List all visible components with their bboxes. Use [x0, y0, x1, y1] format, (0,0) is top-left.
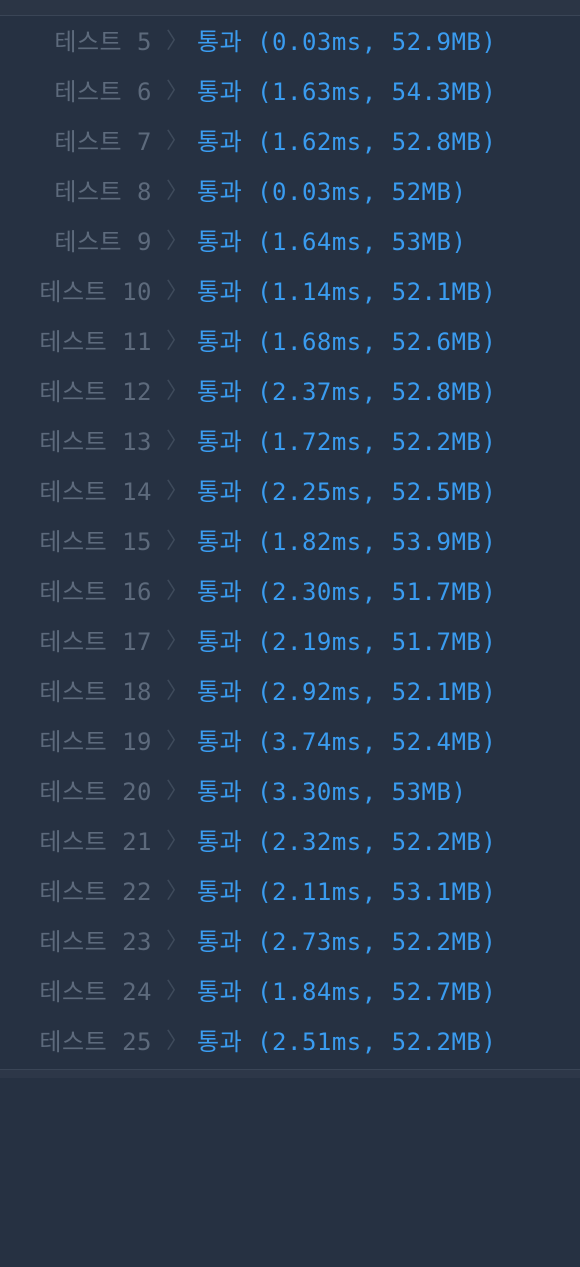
test-pass-result: 통과 (2.32ms, 52.2MB): [197, 828, 497, 856]
chevron-right-icon: 〉: [166, 529, 189, 554]
chevron-right-icon: 〉: [166, 729, 189, 754]
chevron-right-icon: 〉: [166, 629, 189, 654]
chevron-right-icon: 〉: [166, 329, 189, 354]
chevron-right-icon: 〉: [166, 279, 189, 304]
test-label: 테스트 15: [39, 528, 152, 556]
test-label: 테스트 24: [39, 978, 152, 1006]
test-pass-result: 통과 (3.30ms, 53MB): [197, 778, 467, 806]
chevron-right-icon: 〉: [166, 979, 189, 1004]
test-label: 테스트 25: [39, 1028, 152, 1056]
test-pass-result: 통과 (1.62ms, 52.8MB): [197, 128, 497, 156]
test-pass-result: 통과 (1.72ms, 52.2MB): [197, 428, 497, 456]
test-result-row: 테스트 10 〉 통과 (1.14ms, 52.1MB): [0, 267, 580, 317]
test-result-row: 테스트 5 〉 통과 (0.03ms, 52.9MB): [0, 17, 580, 67]
test-pass-result: 통과 (1.84ms, 52.7MB): [197, 978, 497, 1006]
test-results-list: 테스트 5 〉 통과 (0.03ms, 52.9MB) 테스트 6 〉 통과 (…: [0, 17, 580, 1067]
test-label: 테스트 23: [39, 928, 152, 956]
test-pass-result: 통과 (2.92ms, 52.1MB): [197, 678, 497, 706]
test-result-row: 테스트 23 〉 통과 (2.73ms, 52.2MB): [0, 917, 580, 967]
test-result-row: 테스트 14 〉 통과 (2.25ms, 52.5MB): [0, 467, 580, 517]
test-result-row: 테스트 13 〉 통과 (1.72ms, 52.2MB): [0, 417, 580, 467]
test-result-row: 테스트 25 〉 통과 (2.51ms, 52.2MB): [0, 1017, 580, 1067]
test-pass-result: 통과 (1.64ms, 53MB): [197, 228, 467, 256]
test-pass-result: 통과 (2.37ms, 52.8MB): [197, 378, 497, 406]
test-label: 테스트 12: [39, 378, 152, 406]
chevron-right-icon: 〉: [166, 379, 189, 404]
chevron-right-icon: 〉: [166, 479, 189, 504]
chevron-right-icon: 〉: [166, 79, 189, 104]
test-pass-result: 통과 (2.25ms, 52.5MB): [197, 478, 497, 506]
test-result-row: 테스트 21 〉 통과 (2.32ms, 52.2MB): [0, 817, 580, 867]
test-result-row: 테스트 24 〉 통과 (1.84ms, 52.7MB): [0, 967, 580, 1017]
test-pass-result: 통과 (1.63ms, 54.3MB): [197, 78, 497, 106]
test-pass-result: 통과 (1.82ms, 53.9MB): [197, 528, 497, 556]
chevron-right-icon: 〉: [166, 879, 189, 904]
test-pass-result: 통과 (1.14ms, 52.1MB): [197, 278, 497, 306]
test-pass-result: 통과 (2.11ms, 53.1MB): [197, 878, 497, 906]
test-label: 테스트 18: [39, 678, 152, 706]
test-result-row: 테스트 11 〉 통과 (1.68ms, 52.6MB): [0, 317, 580, 367]
test-pass-result: 통과 (2.51ms, 52.2MB): [197, 1028, 497, 1056]
test-label: 테스트 22: [39, 878, 152, 906]
test-label: 테스트 14: [39, 478, 152, 506]
test-pass-result: 통과 (2.73ms, 52.2MB): [197, 928, 497, 956]
test-label: 테스트 21: [39, 828, 152, 856]
top-divider: [0, 0, 580, 16]
test-pass-result: 통과 (0.03ms, 52MB): [197, 178, 467, 206]
test-label: 테스트 16: [39, 578, 152, 606]
test-result-row: 테스트 7 〉 통과 (1.62ms, 52.8MB): [0, 117, 580, 167]
test-label: 테스트 17: [39, 628, 152, 656]
test-label: 테스트 5: [54, 28, 152, 56]
test-pass-result: 통과 (1.68ms, 52.6MB): [197, 328, 497, 356]
test-result-row: 테스트 16 〉 통과 (2.30ms, 51.7MB): [0, 567, 580, 617]
test-result-row: 테스트 15 〉 통과 (1.82ms, 53.9MB): [0, 517, 580, 567]
test-label: 테스트 9: [54, 228, 152, 256]
test-result-row: 테스트 8 〉 통과 (0.03ms, 52MB): [0, 167, 580, 217]
test-label: 테스트 20: [39, 778, 152, 806]
test-label: 테스트 7: [54, 128, 152, 156]
test-result-row: 테스트 22 〉 통과 (2.11ms, 53.1MB): [0, 867, 580, 917]
chevron-right-icon: 〉: [166, 579, 189, 604]
chevron-right-icon: 〉: [166, 129, 189, 154]
test-result-row: 테스트 20 〉 통과 (3.30ms, 53MB): [0, 767, 580, 817]
test-label: 테스트 19: [39, 728, 152, 756]
chevron-right-icon: 〉: [166, 779, 189, 804]
chevron-right-icon: 〉: [166, 1029, 189, 1054]
test-label: 테스트 8: [54, 178, 152, 206]
test-label: 테스트 11: [39, 328, 152, 356]
test-label: 테스트 13: [39, 428, 152, 456]
bottom-divider: [0, 1069, 580, 1078]
chevron-right-icon: 〉: [166, 29, 189, 54]
test-result-row: 테스트 18 〉 통과 (2.92ms, 52.1MB): [0, 667, 580, 717]
test-pass-result: 통과 (2.30ms, 51.7MB): [197, 578, 497, 606]
test-pass-result: 통과 (3.74ms, 52.4MB): [197, 728, 497, 756]
chevron-right-icon: 〉: [166, 229, 189, 254]
test-result-row: 테스트 17 〉 통과 (2.19ms, 51.7MB): [0, 617, 580, 667]
test-pass-result: 통과 (2.19ms, 51.7MB): [197, 628, 497, 656]
chevron-right-icon: 〉: [166, 429, 189, 454]
test-label: 테스트 6: [54, 78, 152, 106]
test-label: 테스트 10: [39, 278, 152, 306]
test-result-row: 테스트 9 〉 통과 (1.64ms, 53MB): [0, 217, 580, 267]
chevron-right-icon: 〉: [166, 179, 189, 204]
test-result-row: 테스트 6 〉 통과 (1.63ms, 54.3MB): [0, 67, 580, 117]
test-result-row: 테스트 19 〉 통과 (3.74ms, 52.4MB): [0, 717, 580, 767]
chevron-right-icon: 〉: [166, 679, 189, 704]
test-pass-result: 통과 (0.03ms, 52.9MB): [197, 28, 497, 56]
chevron-right-icon: 〉: [166, 929, 189, 954]
test-result-row: 테스트 12 〉 통과 (2.37ms, 52.8MB): [0, 367, 580, 417]
chevron-right-icon: 〉: [166, 829, 189, 854]
